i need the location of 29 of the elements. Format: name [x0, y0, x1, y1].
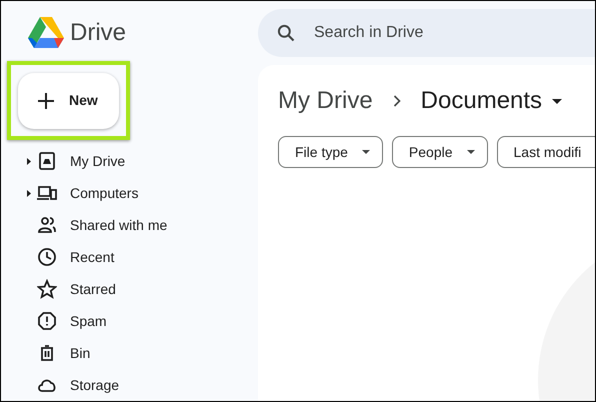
sidebar-item[interactable]: Starred	[70, 278, 116, 300]
search-icon	[276, 23, 296, 43]
warning-icon	[37, 311, 57, 331]
filter-chip[interactable]: File type	[278, 136, 383, 168]
filter-chip[interactable]: People	[392, 136, 488, 168]
computers-icon	[37, 183, 57, 203]
sidebar-item[interactable]: Spam	[70, 310, 107, 332]
sidebar-item[interactable]: Recent	[70, 246, 114, 268]
sidebar-item[interactable]: Storage	[70, 374, 120, 396]
sidebar-item[interactable]: My Drive	[70, 150, 126, 172]
filter-chip[interactable]: Last modifi	[496, 136, 595, 168]
chevron-right-icon	[392, 95, 401, 107]
clock-icon	[37, 247, 57, 267]
drive-icon	[37, 151, 57, 171]
caret-icon[interactable]	[27, 158, 31, 164]
drive-logo-icon	[28, 17, 64, 49]
breadcrumb-link[interactable]: My Drive	[278, 83, 373, 119]
current-folder-button[interactable]: Documents	[420, 83, 562, 119]
caret-icon[interactable]	[27, 190, 31, 196]
dropdown-icon	[552, 98, 562, 104]
search-field[interactable]: Search in Drive	[258, 9, 595, 57]
new-button[interactable]: New	[18, 72, 119, 128]
plus-icon	[37, 92, 55, 110]
star-icon	[37, 279, 57, 299]
app-title: Drive	[70, 18, 126, 48]
sidebar-item[interactable]: Shared with me	[70, 214, 168, 236]
sidebar-item[interactable]: Computers	[70, 182, 138, 204]
sidebar-item[interactable]: Bin	[70, 342, 90, 364]
people-icon	[37, 215, 57, 235]
